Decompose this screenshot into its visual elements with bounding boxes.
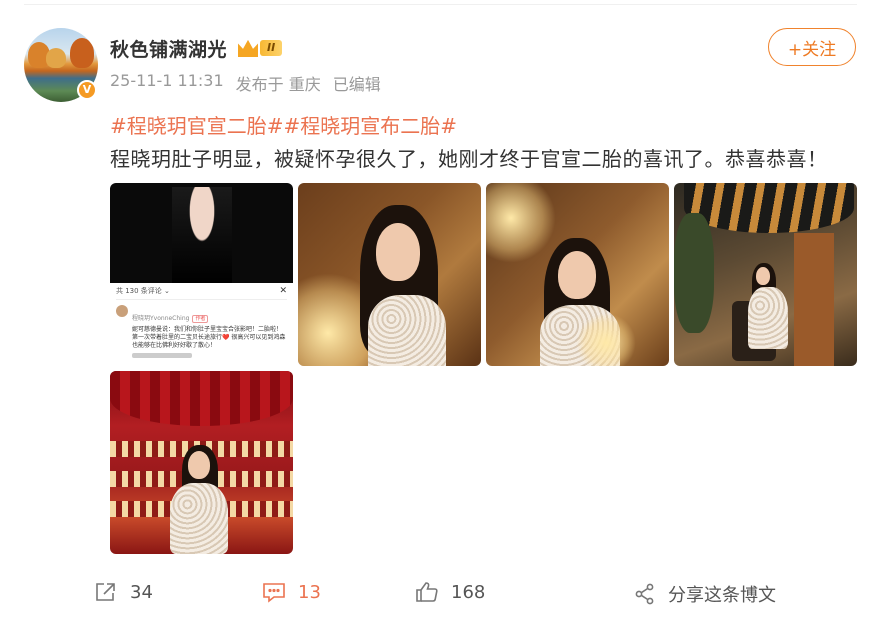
timestamp[interactable]: 25-11-1 11:31 (110, 71, 224, 95)
sequin-dress (170, 483, 228, 554)
post-image-5[interactable] (110, 371, 293, 554)
post-image-3[interactable] (486, 183, 669, 366)
username[interactable]: 秋色铺满湖光 (110, 35, 227, 62)
pillar (794, 233, 834, 366)
comment-count: 13 (298, 581, 321, 603)
sequin-dress (368, 295, 446, 366)
face (188, 451, 210, 479)
palm (674, 213, 714, 333)
commenter-avatar (116, 305, 128, 317)
share-nodes-icon (635, 583, 654, 605)
comment-icon (263, 583, 285, 603)
comment-panel: 共 130 条评论 ⌄ ✕ 程晓玥YvonneChing 作者 妮可慈德曼说：我们… (110, 283, 293, 366)
image-portrait-face (172, 187, 232, 283)
thumbs-up-icon (416, 582, 438, 602)
repost-count: 34 (130, 581, 153, 603)
comment-count: 共 130 条评论 ⌄ (116, 287, 170, 295)
blurred-text (132, 353, 192, 358)
edited-label[interactable]: 已编辑 (333, 71, 381, 95)
repost-button[interactable]: 34 (94, 581, 153, 603)
close-icon: ✕ (279, 286, 287, 296)
hashtag-link[interactable]: #程晓玥官宣二胎# (110, 114, 284, 138)
face (558, 251, 596, 299)
share-post-button[interactable]: 分享这条博文 (634, 581, 776, 607)
author-tag: 作者 (192, 315, 209, 323)
share-out-icon (96, 583, 115, 601)
verified-badge-icon: V (77, 80, 97, 100)
hashtags: #程晓玥官宣二胎##程晓玥宣布二胎# (110, 110, 457, 139)
curtain (110, 371, 293, 426)
umbrella (684, 183, 854, 233)
hashtag-link[interactable]: #程晓玥宣布二胎# (284, 114, 458, 138)
like-count: 168 (451, 581, 486, 603)
post-text: 程晓玥肚子明显，被疑怀孕很久了，她刚才终于官宣二胎的喜讯了。恭喜恭喜！ (110, 147, 828, 171)
action-bar: 34 13 168 分享这条博文 (0, 576, 885, 608)
commenter-name: 程晓玥YvonneChing (132, 315, 190, 322)
divider (24, 4, 857, 5)
comment-body: 妮可慈德曼说：我们和你肚子里宝宝合张影吧！二胎啦！第一次带着肚里的二宝贝长途旅行… (132, 326, 286, 349)
sequin-dress (748, 287, 788, 349)
post-image-2[interactable] (298, 183, 481, 366)
face (376, 223, 420, 281)
location: 发布于 重庆 (235, 75, 321, 94)
follow-button[interactable]: +关注 (768, 28, 856, 66)
comment-button[interactable]: 13 (262, 581, 321, 603)
post-image-4[interactable] (674, 183, 857, 366)
vip-badge[interactable]: II (238, 38, 283, 58)
face (756, 267, 770, 285)
crown-icon (238, 39, 258, 57)
vip-level: II (260, 40, 283, 56)
like-button[interactable]: 168 (415, 581, 485, 603)
post-image-1[interactable]: 共 130 条评论 ⌄ ✕ 程晓玥YvonneChing 作者 妮可慈德曼说：我们… (110, 183, 293, 366)
weibo-post-card: V 秋色铺满湖光 II 25-11-1 11:31 发布于 重庆 已编辑 +关注… (0, 0, 885, 624)
post-meta: 25-11-1 11:31 发布于 重庆 已编辑 (110, 71, 381, 95)
lamp-glow (486, 183, 556, 263)
lamp-glow (576, 313, 636, 366)
share-label: 分享这条博文 (668, 585, 776, 606)
